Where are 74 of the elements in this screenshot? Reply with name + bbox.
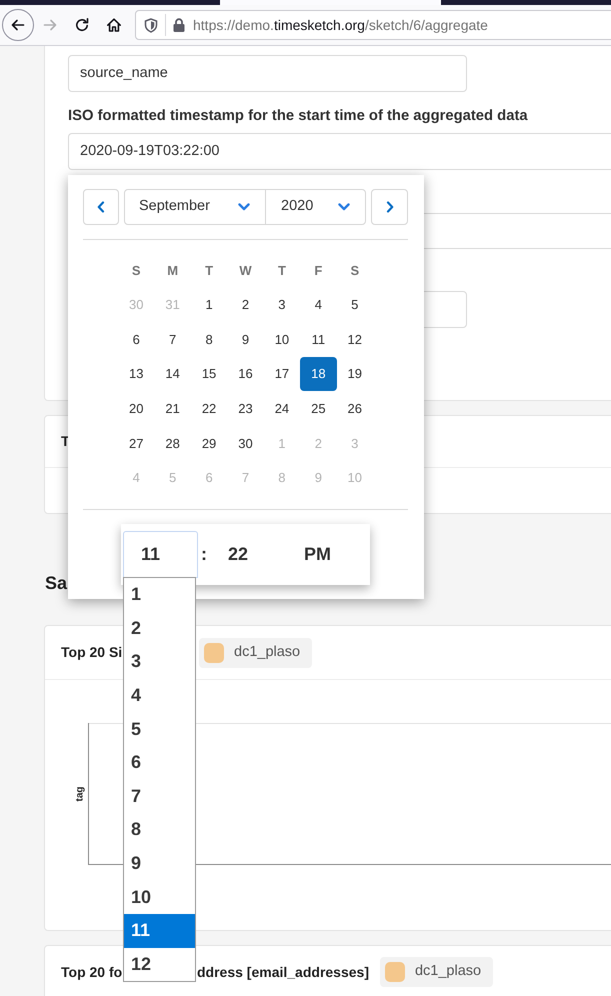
day-cell[interactable]: 18 [300,357,337,392]
field-label: ISO formatted timestamp for the start time of the aggregated data [68,107,529,126]
hour-option[interactable]: 2 [124,612,195,646]
day-cell[interactable]: 6 [118,322,154,356]
weekday-label: F [314,262,322,280]
day-cell[interactable]: 12 [336,322,373,356]
day-cell[interactable]: 14 [154,357,191,392]
day-cell[interactable]: 28 [154,426,191,460]
weekday-label: S [350,262,360,280]
day-cell[interactable]: 25 [300,392,337,426]
hour-option[interactable]: 3 [124,645,195,679]
next-month-button[interactable] [371,189,408,225]
hour-option[interactable]: 7 [124,780,195,814]
day-cell[interactable]: 4 [300,288,337,322]
day-cell[interactable]: 24 [264,392,300,426]
chevron-left-icon [97,201,105,213]
day-cell[interactable]: 10 [264,322,300,356]
weekday-label: W [239,262,252,280]
card-title: ddress [email_addresses] [197,962,369,982]
day-cell[interactable]: 26 [336,392,373,426]
prev-month-button[interactable] [83,189,119,225]
day-cell[interactable]: 2 [227,288,264,322]
day-cell[interactable]: 19 [336,357,373,392]
day-cell[interactable]: 16 [227,357,264,392]
weekday-label: T [278,262,286,280]
card-title: Top 20 fo [61,962,122,982]
day-cell[interactable]: 27 [118,426,154,460]
hour-option[interactable]: 6 [124,746,195,780]
day-cell[interactable]: 15 [190,357,228,392]
text-field[interactable]: source_name [68,55,467,92]
weekday-label: M [167,262,178,280]
day-cell[interactable]: 11 [300,322,337,356]
day-cell[interactable]: 20 [118,392,154,426]
day-cell[interactable]: 3 [264,288,300,322]
reload-icon[interactable] [74,17,90,33]
day-cell[interactable]: 8 [190,322,228,356]
hour-option[interactable]: 9 [124,846,195,880]
day-cell[interactable]: 5 [336,288,373,322]
day-cell[interactable]: 29 [190,426,228,460]
hour-option[interactable]: 10 [124,880,195,914]
hour-option[interactable]: 8 [124,813,195,847]
address-bar[interactable]: https://demo.timesketch.org/sketch/6/aggregate [135,10,611,40]
axis-label: tag [74,786,86,802]
shield-icon[interactable] [144,18,158,32]
day-cell[interactable]: 9 [227,322,264,356]
chevron-right-icon [386,201,394,213]
timeline-chip[interactable]: dc1_plaso [199,638,312,668]
day-cell[interactable]: 23 [227,392,264,426]
day-cell[interactable]: 17 [264,357,300,392]
url-text: https://demo.timesketch.org/sketch/6/aggregate [193,16,488,35]
day-cell[interactable]: 1 [190,288,228,322]
minute-select[interactable]: 22 [228,541,248,568]
timeline-chip[interactable]: dc1_plaso [380,957,494,987]
arrow-left-icon [10,17,26,33]
day-cell[interactable]: 22 [190,392,228,426]
hour-option[interactable]: 5 [124,712,195,746]
hour-option[interactable]: 11 [124,914,195,948]
time-separator: : [201,543,207,566]
text-field[interactable]: 2020-09-19T03:22:00 [68,133,611,170]
hour-option[interactable]: 12 [124,948,195,982]
weekday-label: T [205,262,214,280]
home-icon[interactable] [106,17,122,33]
card-title: Top 20 Si [61,643,122,662]
section-heading: Sa [45,572,68,595]
hour-option[interactable]: 4 [124,678,195,712]
day-cell[interactable]: 13 [118,357,154,392]
day-cell[interactable]: 7 [154,322,191,356]
period-select[interactable]: PM [304,541,332,568]
back-button[interactable] [2,9,34,41]
day-cell[interactable]: 30 [227,426,264,460]
hour-option[interactable]: 1 [124,578,195,612]
day-cell[interactable]: 21 [154,392,191,426]
weekday-label: S [132,262,141,280]
lock-icon [173,18,185,32]
